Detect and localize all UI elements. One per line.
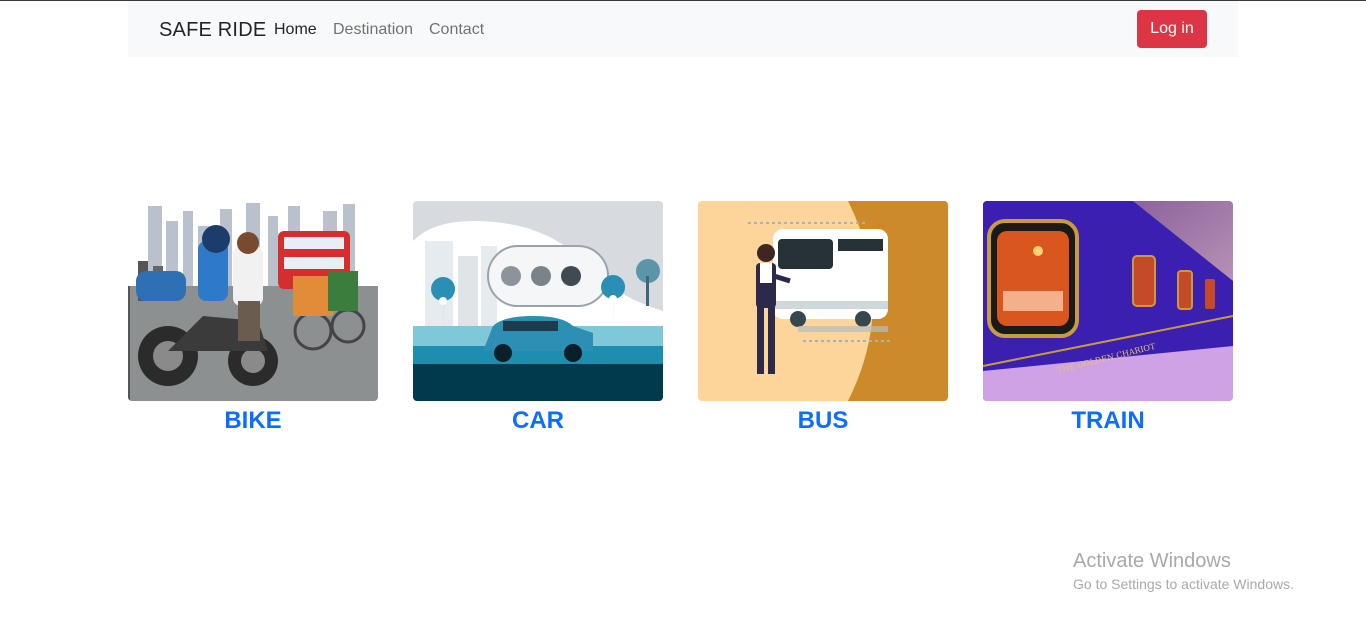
bike-image[interactable] <box>128 201 378 401</box>
nav-link-contact[interactable]: Contact <box>429 20 484 40</box>
bus-image[interactable] <box>698 201 948 401</box>
transport-card-bus[interactable]: BUS <box>698 201 948 435</box>
nav-link-home[interactable]: Home <box>274 20 317 40</box>
transport-card-car[interactable]: CAR <box>413 201 663 435</box>
card-label-train[interactable]: TRAIN <box>983 407 1233 435</box>
train-image[interactable]: THE GOLDEN CHARIOT <box>983 201 1233 401</box>
transport-card-train[interactable]: THE GOLDEN CHARIOT TRAIN <box>983 201 1233 435</box>
login-button[interactable]: Log in <box>1137 10 1207 48</box>
navbar: SAFE RIDE Home Destination Contact Log i… <box>128 1 1238 57</box>
activate-windows-watermark: Activate Windows Go to Settings to activ… <box>1073 550 1294 594</box>
brand-logo[interactable]: SAFE RIDE <box>159 19 266 41</box>
card-label-bike[interactable]: BIKE <box>128 407 378 435</box>
watermark-subtitle: Go to Settings to activate Windows. <box>1073 576 1294 592</box>
transport-card-bike[interactable]: BIKE <box>128 201 378 435</box>
card-label-car[interactable]: CAR <box>413 407 663 435</box>
nav-link-destination[interactable]: Destination <box>333 20 413 40</box>
card-label-bus[interactable]: BUS <box>698 407 948 435</box>
car-image[interactable] <box>413 201 663 401</box>
watermark-title: Activate Windows <box>1073 550 1231 572</box>
